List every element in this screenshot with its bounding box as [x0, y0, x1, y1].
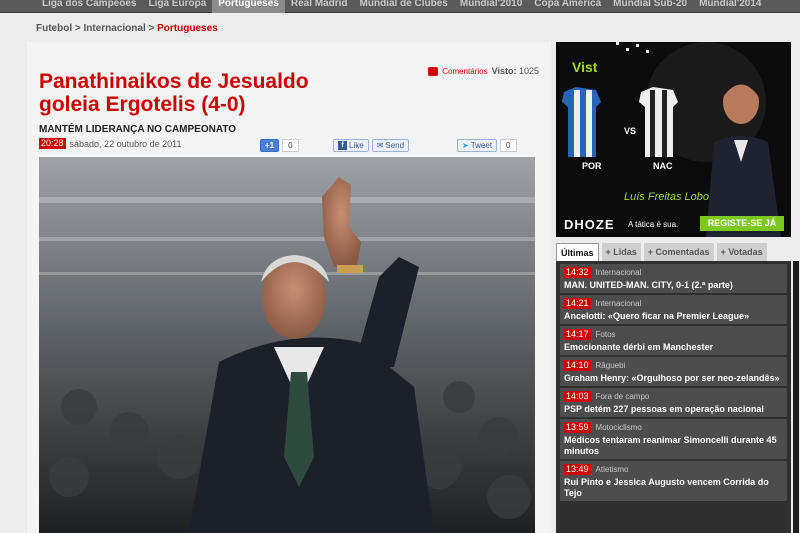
news-category: Fotos: [595, 330, 616, 339]
article-photo[interactable]: [39, 157, 535, 533]
nav-item-liga-europa[interactable]: Liga Europa: [142, 0, 212, 13]
nav-item-mundial-sub-20[interactable]: Mundial Sub-20: [607, 0, 693, 13]
article-dateline: 20:28 sábado, 22 outubro de 2011: [39, 138, 181, 149]
article: Comentários Visto: 1025 Panathinaikos de…: [27, 42, 551, 533]
nav-item-copa-america[interactable]: Copa América: [528, 0, 607, 13]
news-headline[interactable]: MAN. UNITED-MAN. CITY, 0-1 (2.ª parte): [564, 280, 783, 291]
article-date: sábado, 22 outubro de 2011: [69, 138, 182, 149]
comments-link[interactable]: Comentários: [442, 67, 487, 76]
breadcrumb-current[interactable]: Portugueses: [157, 23, 218, 34]
nav-item-portugueses[interactable]: Portugueses: [212, 0, 285, 13]
tab-mais-comentadas[interactable]: + Comentadas: [643, 243, 714, 261]
news-time: 13:59: [564, 422, 591, 433]
twitter-widget: ➤ Tweet 0: [457, 139, 517, 152]
ad-host-name: Luís Freitas Lobo: [624, 191, 709, 203]
news-headline[interactable]: Emocionante dérbi em Manchester: [564, 342, 783, 353]
ad-team2: NAC: [653, 161, 673, 171]
nav-item-mundial-de-clubes[interactable]: Mundial de Clubes: [354, 0, 454, 13]
news-time: 14:21: [564, 298, 591, 309]
facebook-icon: f: [338, 141, 347, 150]
news-headline[interactable]: Ancelotti: «Quero ficar na Premier Leagu…: [564, 311, 783, 322]
coach-photo: [39, 157, 535, 533]
ad-cta-button[interactable]: REGISTE-SE JÁ: [700, 216, 784, 231]
ad-tagline: A tática é sua.: [628, 220, 679, 229]
list-item[interactable]: 14:10 Râguebi Graham Henry: «Orgulhoso po…: [560, 357, 787, 388]
news-category: Internacional: [595, 268, 642, 277]
gplus-button[interactable]: +1: [260, 139, 280, 152]
article-meta: Comentários Visto: 1025: [428, 66, 539, 76]
advertisement-banner[interactable]: Vist POR VS NAC Luís Freitas Lobo DHOZE …: [556, 42, 791, 237]
news-category: Motociclismo: [595, 423, 642, 432]
news-category: Fora de campo: [595, 392, 650, 401]
news-scrollbar[interactable]: [793, 261, 799, 533]
nav-item-mundial-2014[interactable]: Mundial'2014: [693, 0, 767, 13]
article-title: Panathinaikos de Jesualdo goleia Ergotel…: [39, 70, 309, 116]
news-headline[interactable]: Graham Henry: «Orgulhoso por ser neo-zel…: [564, 373, 783, 384]
news-time: 14:32: [564, 267, 591, 278]
list-item[interactable]: 13:59 Motociclismo Médicos tentaram reani…: [560, 419, 787, 461]
breadcrumb: Futebol > Internacional > Portugueses: [36, 23, 218, 34]
facebook-like-button[interactable]: f Like: [333, 139, 369, 152]
send-icon: ✉: [376, 141, 384, 150]
news-time: 14:17: [564, 329, 591, 340]
breadcrumb-path[interactable]: Futebol > Internacional >: [36, 23, 157, 34]
news-headline[interactable]: Rui Pinto e Jessica Augusto vencem Corri…: [564, 477, 783, 499]
tab-mais-lidas[interactable]: + Lidas: [601, 243, 641, 261]
news-headline[interactable]: Médicos tentaram reanimar Simoncelli dur…: [564, 435, 783, 457]
news-headline[interactable]: PSP detém 227 pessoas em operação nacion…: [564, 404, 783, 415]
news-tabs: Últimas + Lidas + Comentadas + Votadas: [556, 243, 791, 261]
nav-item-real-madrid[interactable]: Real Madrid: [285, 0, 354, 13]
tweet-label: Tweet: [470, 141, 493, 150]
news-category: Internacional: [595, 299, 642, 308]
views-label: Visto:: [491, 66, 517, 76]
news-time: 14:10: [564, 360, 591, 371]
ad-team1: POR: [582, 161, 602, 171]
twitter-bird-icon: ➤: [462, 141, 469, 150]
tab-ultimas[interactable]: Últimas: [556, 243, 599, 261]
news-category: Râguebi: [595, 361, 626, 370]
top-navigation: Liga dos Campeões Liga Europa Portuguese…: [0, 0, 800, 13]
gplus-count: 0: [282, 139, 299, 152]
article-time: 20:28: [39, 138, 66, 149]
ad-brand: Vist: [572, 59, 598, 75]
news-category: Atletismo: [595, 465, 629, 474]
views-counter: Visto: 1025: [492, 66, 539, 76]
list-item[interactable]: 13:49 Atletismo Rui Pinto e Jessica Augus…: [560, 461, 787, 503]
article-subtitle: MANTÉM LIDERANÇA NO CAMPEONATO: [39, 124, 237, 135]
nav-item-liga-dos-campeoes[interactable]: Liga dos Campeões: [36, 0, 142, 13]
nav-item-mundial-2010[interactable]: Mundial'2010: [454, 0, 528, 13]
views-count: 1025: [518, 66, 539, 76]
ad-logo: DHOZE: [564, 217, 615, 232]
like-label: Like: [349, 141, 364, 150]
comment-bubble-icon[interactable]: [428, 66, 439, 76]
list-item[interactable]: 14:21 Internacional Ancelotti: «Quero fic…: [560, 295, 787, 326]
facebook-send-button[interactable]: ✉ Send: [371, 139, 410, 152]
list-item[interactable]: 14:03 Fora de campo PSP detém 227 pessoas…: [560, 388, 787, 419]
tweet-button[interactable]: ➤ Tweet: [457, 139, 498, 152]
send-label: Send: [385, 141, 405, 150]
ad-vs: VS: [624, 126, 637, 136]
tweet-count: 0: [500, 139, 517, 152]
news-time: 13:49: [564, 464, 591, 475]
list-item[interactable]: 14:17 Fotos Emocionante dérbi em Manchest…: [560, 326, 787, 357]
news-time: 14:03: [564, 391, 591, 402]
tab-mais-votadas[interactable]: + Votadas: [716, 243, 767, 261]
facebook-widget: f Like ✉ Send: [333, 139, 410, 152]
nav-items: Liga dos Campeões Liga Europa Portuguese…: [36, 0, 767, 13]
gplus-widget: +1 0: [260, 139, 299, 152]
list-item[interactable]: 14:32 Internacional MAN. UNITED-MAN. CITY…: [560, 264, 787, 295]
latest-news-list: 14:32 Internacional MAN. UNITED-MAN. CITY…: [556, 261, 791, 533]
